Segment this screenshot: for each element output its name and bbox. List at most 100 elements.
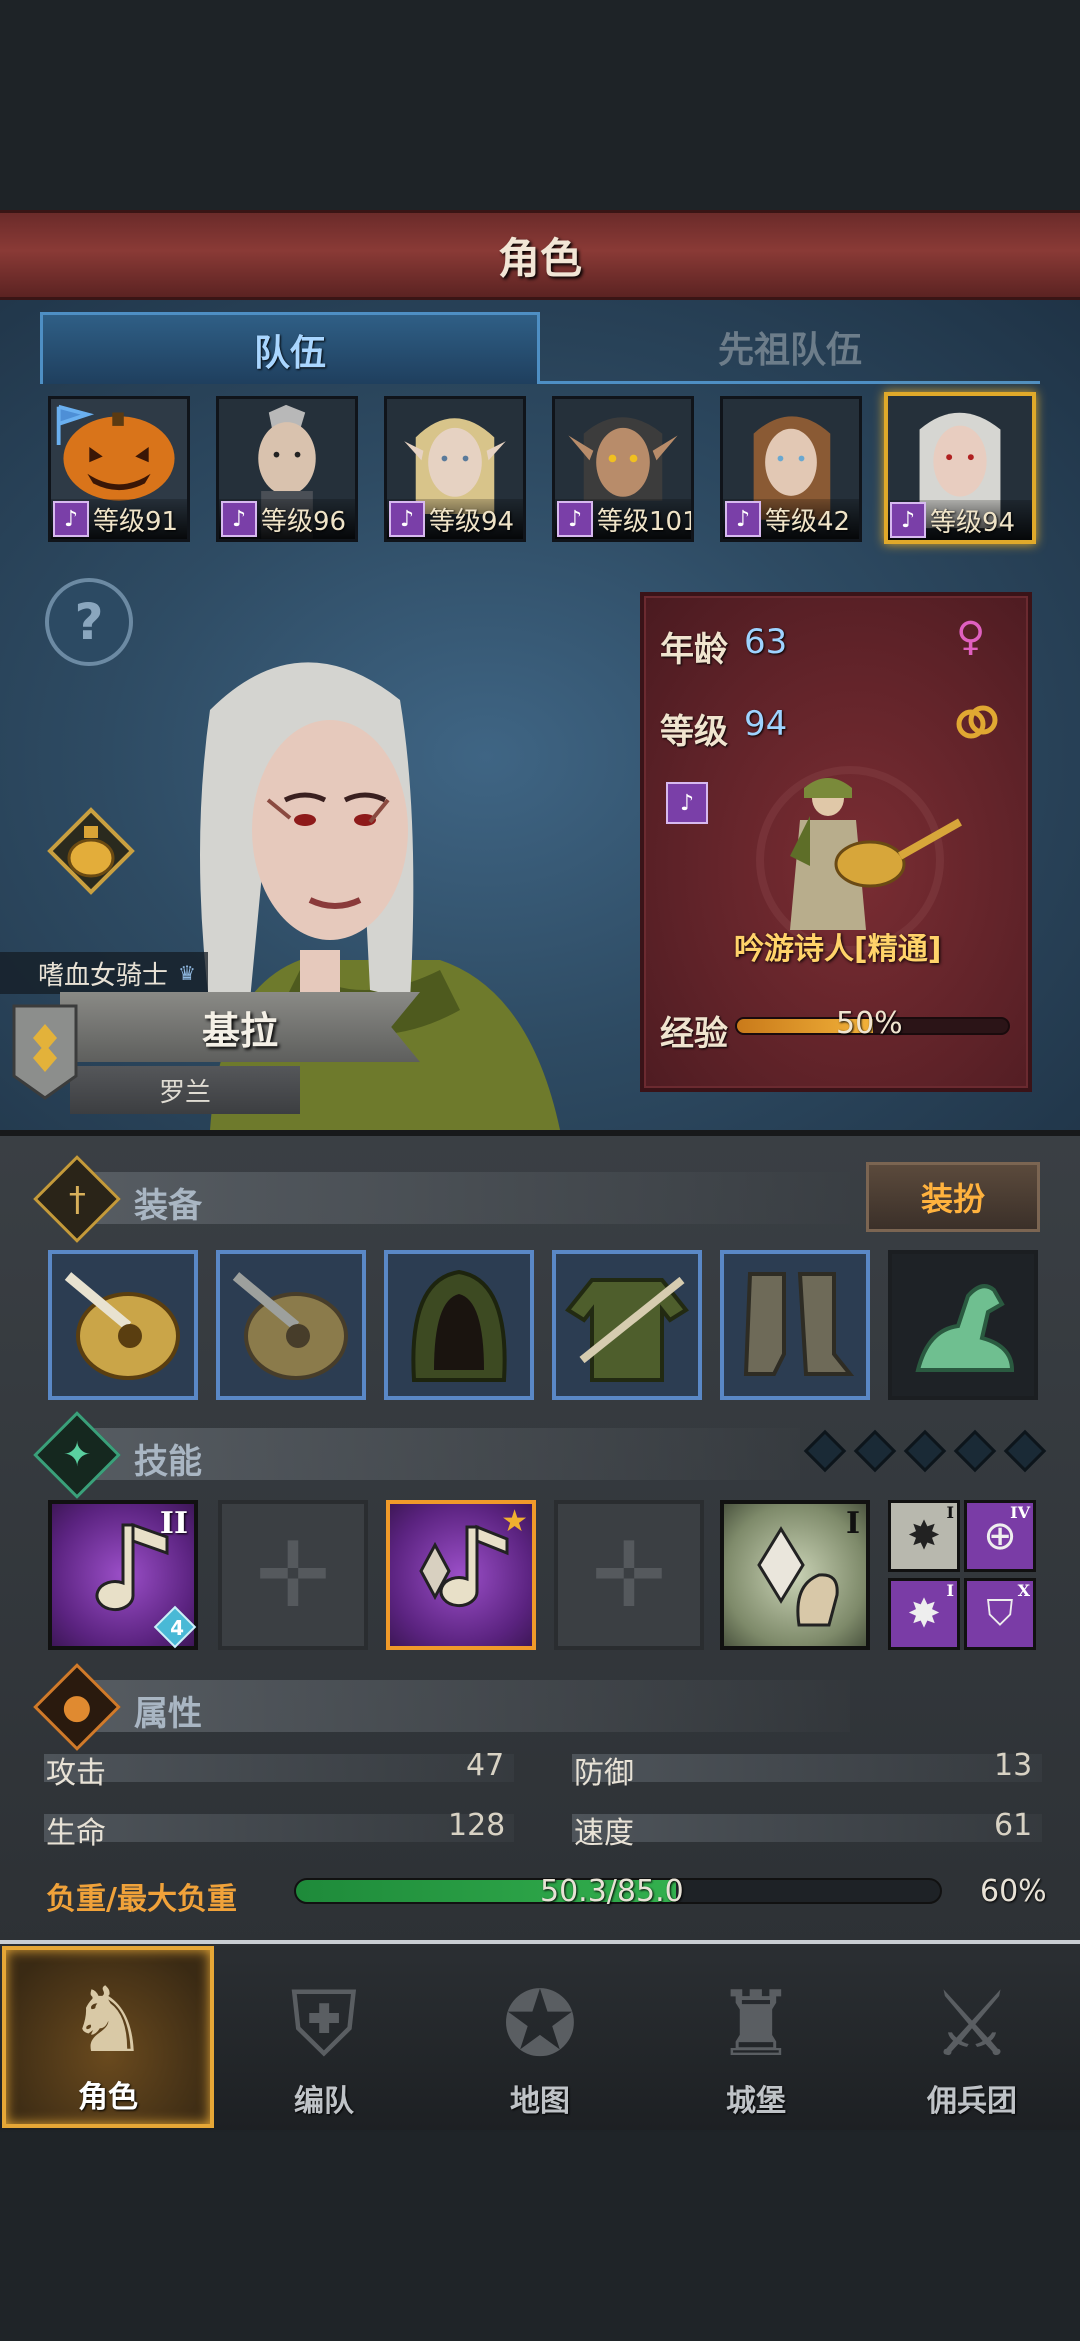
class-name: 吟游诗人[精通] [734, 932, 942, 967]
helmet-icon: ⛨ [290, 1972, 358, 2077]
skill-slot-1[interactable]: II 4 [48, 1500, 198, 1650]
defense-value: 13 [994, 1748, 1033, 1783]
age-value: 63 [744, 622, 788, 662]
equipment-slot-head[interactable] [384, 1250, 534, 1400]
tab-party[interactable]: 队伍 [40, 312, 540, 384]
female-symbol-icon: ♀ [956, 614, 986, 660]
level-value: 94 [744, 704, 788, 744]
nav-mercenary-label: 佣兵团 [927, 2084, 1017, 2119]
character-title-text: 嗜血女骑士 [38, 960, 169, 991]
party-member-level: 等级94 [429, 506, 515, 537]
character-name: 基拉 [201, 1008, 278, 1053]
passive-skill-2[interactable]: ⊕ IV [964, 1500, 1036, 1572]
bard-class-icon: ♪ [890, 502, 926, 538]
rings-icon[interactable] [954, 702, 1000, 742]
nav-mercenary[interactable]: ⚔ 佣兵团 [866, 1946, 1078, 2128]
party-member-level: 等级101 [597, 506, 694, 537]
equipment-slot-weapon[interactable] [48, 1250, 198, 1400]
exp-label: 经验 [660, 1014, 728, 1054]
tunic-icon [565, 1276, 689, 1382]
compass-map-icon: ✪ [502, 1972, 578, 2077]
party-member-5[interactable]: ♪ 等级42 [720, 396, 862, 542]
shield-icon: ⛉ [986, 1593, 1014, 1634]
hp-label: 生命 [46, 1816, 106, 1851]
boots-icon [743, 1272, 855, 1376]
question-mark-icon: ? [74, 593, 104, 651]
character-title: 嗜血女骑士 ♛ [0, 952, 208, 994]
skill-slot-3[interactable]: ★ [386, 1500, 536, 1650]
party-member-4[interactable]: ♪ 等级101 [552, 396, 694, 542]
nav-formation-label: 编队 [294, 2084, 354, 2119]
passive-skill-1[interactable]: ✸ I [888, 1500, 960, 1572]
speed-row-bar [572, 1814, 1042, 1842]
bard-class-icon: ♪ [725, 501, 761, 537]
nav-castle-label: 城堡 [726, 2084, 786, 2119]
page-title: 角色 [497, 233, 582, 283]
skill-rank: I [946, 1503, 954, 1522]
level-label: 等级 [660, 712, 728, 752]
star-icon: ★ [501, 1504, 528, 1539]
attack-row-bar [44, 1754, 514, 1782]
speed-value: 61 [994, 1808, 1033, 1843]
star-burst-icon: ✦ [62, 1435, 92, 1475]
skill-slot-2-empty[interactable]: ✛ [218, 1500, 368, 1650]
passive-skill-3[interactable]: ✸ I [888, 1578, 960, 1650]
skills-title: 技能 [134, 1442, 202, 1482]
empty-slot-icon: ✛ [591, 1522, 667, 1628]
equipment-slot-offhand[interactable] [216, 1250, 366, 1400]
mercenary-icon: ⚔ [931, 1972, 1013, 2077]
skill-rank: II [159, 1506, 188, 1541]
skill-rank: I [946, 1581, 954, 1600]
weight-label: 负重/最大负重 [46, 1882, 237, 1917]
nav-formation[interactable]: ⛨ 编队 [218, 1946, 430, 2128]
attributes-title: 属性 [134, 1694, 202, 1734]
crown-icon: ♛ [178, 961, 196, 985]
equipment-slot-mount[interactable] [888, 1250, 1038, 1400]
help-button[interactable]: ? [45, 578, 133, 666]
exp-percent: 50% [836, 1006, 903, 1041]
nav-map-label: 地图 [510, 2084, 570, 2119]
skill-rank: I [845, 1506, 860, 1541]
character-origin: 罗兰 [158, 1077, 211, 1108]
burst-icon: ✸ [907, 1513, 941, 1559]
party-member-6[interactable]: ♪ 等级94 [884, 392, 1036, 544]
party-member-3[interactable]: ♪ 等级94 [384, 396, 526, 542]
passive-skill-4[interactable]: ⛉ X [964, 1578, 1036, 1650]
character-name-plate[interactable]: 基拉 [60, 992, 420, 1062]
tab-ancestor-party[interactable]: 先祖队伍 [540, 312, 1040, 384]
skill-rank: X [1017, 1581, 1030, 1600]
knight-icon: ♞ [67, 1968, 149, 2073]
equipment-slot-feet[interactable] [720, 1250, 870, 1400]
burst-icon: ✸ [907, 1591, 941, 1637]
equipment-slot-body[interactable] [552, 1250, 702, 1400]
party-member-level: 等级94 [930, 507, 1016, 538]
lute-icon [64, 1272, 180, 1380]
sword-icon: † [68, 1179, 86, 1219]
party-member-2[interactable]: ♪ 等级96 [216, 396, 358, 542]
bard-class-icon: ♪ [557, 501, 593, 537]
defense-label: 防御 [574, 1756, 634, 1791]
speed-label: 速度 [574, 1816, 634, 1851]
bard-class-icon: ♪ [53, 501, 89, 537]
lute-icon [232, 1272, 348, 1380]
nav-map[interactable]: ✪ 地图 [434, 1946, 646, 2128]
person-icon: ● [62, 1686, 92, 1727]
dress-up-button[interactable]: 装扮 [866, 1162, 1040, 1232]
page-header: 角色 [0, 210, 1080, 300]
nav-castle[interactable]: ♜ 城堡 [650, 1946, 862, 2128]
character-origin-plate: 罗兰 [70, 1066, 300, 1114]
hood-icon [411, 1269, 507, 1382]
party-member-1[interactable]: ♪ 等级91 [48, 396, 190, 542]
jade-horse-icon [915, 1284, 1015, 1372]
skill-slot-5[interactable]: I [720, 1500, 870, 1650]
attack-label: 攻击 [46, 1756, 106, 1791]
potion-button[interactable] [46, 806, 136, 896]
screen-bottom-area [0, 2132, 1080, 2341]
skill-slot-4-empty[interactable]: ✛ [554, 1500, 704, 1650]
party-member-level: 等级91 [93, 506, 179, 537]
dress-up-label: 装扮 [920, 1180, 985, 1218]
castle-icon: ♜ [715, 1972, 797, 2077]
bard-class-icon: ♪ [666, 782, 708, 824]
nav-character[interactable]: ♞ 角色 [2, 1946, 214, 2128]
crystal-hand-icon [757, 1526, 839, 1627]
